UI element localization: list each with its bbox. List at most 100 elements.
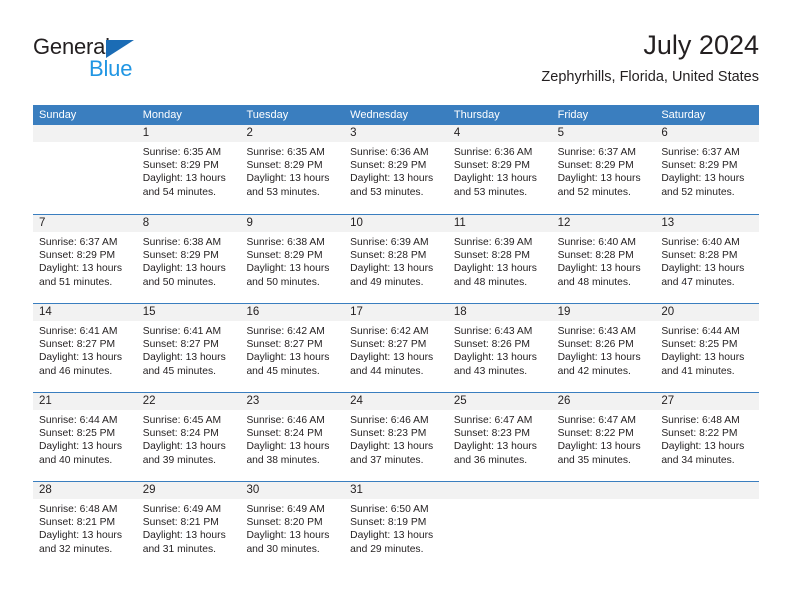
day-info: Sunrise: 6:44 AM Sunset: 8:25 PM Dayligh… — [33, 410, 137, 467]
week-row: 28 Sunrise: 6:48 AM Sunset: 8:21 PM Dayl… — [33, 481, 760, 570]
daylight-text-line2: and 37 minutes. — [350, 454, 424, 466]
daylight-text-line2: and 47 minutes. — [661, 276, 735, 288]
day-number: 23 — [240, 393, 345, 410]
day-info: Sunrise: 6:46 AM Sunset: 8:24 PM Dayligh… — [240, 410, 344, 467]
day-info: Sunrise: 6:36 AM Sunset: 8:29 PM Dayligh… — [344, 142, 448, 199]
sunrise-text: Sunrise: 6:46 AM — [350, 415, 429, 426]
day-number: 5 — [551, 125, 656, 142]
day-number: 20 — [655, 304, 760, 321]
day-cell[interactable]: 28 Sunrise: 6:48 AM Sunset: 8:21 PM Dayl… — [33, 482, 137, 570]
day-info: Sunrise: 6:49 AM Sunset: 8:20 PM Dayligh… — [240, 499, 344, 556]
day-cell[interactable]: 15 Sunrise: 6:41 AM Sunset: 8:27 PM Dayl… — [136, 304, 241, 392]
day-number: 15 — [136, 304, 241, 321]
day-cell[interactable]: 3 Sunrise: 6:36 AM Sunset: 8:29 PM Dayli… — [344, 125, 448, 214]
daylight-text-line1: Daylight: 13 hours — [661, 263, 745, 275]
sunset-text: Sunset: 8:24 PM — [142, 428, 219, 440]
sunset-text: Sunset: 8:25 PM — [39, 428, 116, 440]
day-info: Sunrise: 6:38 AM Sunset: 8:29 PM Dayligh… — [137, 232, 241, 289]
daylight-text-line1: Daylight: 13 hours — [350, 263, 434, 275]
sunset-text: Sunset: 8:28 PM — [557, 250, 634, 262]
day-cell[interactable]: 18 Sunrise: 6:43 AM Sunset: 8:26 PM Dayl… — [447, 304, 552, 392]
day-cell[interactable]: 5 Sunrise: 6:37 AM Sunset: 8:29 PM Dayli… — [551, 125, 656, 214]
day-number: 11 — [447, 215, 552, 232]
page-header: General Blue July 2024 Zephyrhills, Flor… — [33, 28, 759, 100]
daylight-text-line2: and 32 minutes. — [39, 543, 113, 555]
day-cell[interactable]: 2 Sunrise: 6:35 AM Sunset: 8:29 PM Dayli… — [240, 125, 345, 214]
day-info: Sunrise: 6:46 AM Sunset: 8:23 PM Dayligh… — [344, 410, 448, 467]
day-cell[interactable]: 8 Sunrise: 6:38 AM Sunset: 8:29 PM Dayli… — [136, 215, 241, 303]
day-cell[interactable]: 29 Sunrise: 6:49 AM Sunset: 8:21 PM Dayl… — [136, 482, 241, 570]
daylight-text-line2: and 29 minutes. — [350, 543, 424, 555]
day-cell[interactable]: 20 Sunrise: 6:44 AM Sunset: 8:25 PM Dayl… — [655, 304, 760, 392]
day-number: 25 — [447, 393, 552, 410]
weekday-header-sunday: Sunday — [39, 109, 77, 121]
day-number: 10 — [344, 215, 448, 232]
day-cell[interactable]: 21 Sunrise: 6:44 AM Sunset: 8:25 PM Dayl… — [33, 393, 137, 481]
day-number: 30 — [240, 482, 345, 499]
sunrise-text: Sunrise: 6:48 AM — [661, 415, 740, 426]
day-number: 26 — [551, 393, 656, 410]
day-number: 18 — [447, 304, 552, 321]
day-cell[interactable]: 31 Sunrise: 6:50 AM Sunset: 8:19 PM Dayl… — [344, 482, 448, 570]
sunrise-text: Sunrise: 6:48 AM — [39, 504, 118, 515]
sunrise-text: Sunrise: 6:47 AM — [453, 415, 533, 426]
daylight-text-line1: Daylight: 13 hours — [350, 530, 434, 542]
day-cell[interactable]: 10 Sunrise: 6:39 AM Sunset: 8:28 PM Dayl… — [344, 215, 448, 303]
sunset-text: Sunset: 8:20 PM — [246, 517, 323, 529]
day-cell[interactable]: 26 Sunrise: 6:47 AM Sunset: 8:22 PM Dayl… — [551, 393, 656, 481]
day-cell[interactable]: 1 Sunrise: 6:35 AM Sunset: 8:29 PM Dayli… — [136, 125, 241, 214]
day-cell[interactable]: 19 Sunrise: 6:43 AM Sunset: 8:26 PM Dayl… — [551, 304, 656, 392]
day-cell[interactable]: 17 Sunrise: 6:42 AM Sunset: 8:27 PM Dayl… — [344, 304, 448, 392]
day-cell[interactable]: 12 Sunrise: 6:40 AM Sunset: 8:28 PM Dayl… — [551, 215, 656, 303]
day-cell[interactable]: 11 Sunrise: 6:39 AM Sunset: 8:28 PM Dayl… — [447, 215, 552, 303]
day-info: Sunrise: 6:44 AM Sunset: 8:25 PM Dayligh… — [655, 321, 759, 378]
day-number: 3 — [344, 125, 448, 142]
sunset-text: Sunset: 8:29 PM — [246, 160, 323, 172]
day-info: Sunrise: 6:37 AM Sunset: 8:29 PM Dayligh… — [552, 142, 656, 199]
daylight-text-line1: Daylight: 13 hours — [350, 441, 434, 453]
sunset-text: Sunset: 8:27 PM — [246, 339, 323, 351]
day-cell[interactable]: 30 Sunrise: 6:49 AM Sunset: 8:20 PM Dayl… — [240, 482, 345, 570]
day-cell — [655, 482, 760, 570]
sunset-text: Sunset: 8:23 PM — [453, 428, 531, 440]
daylight-text-line1: Daylight: 13 hours — [453, 352, 537, 364]
day-cell[interactable]: 7 Sunrise: 6:37 AM Sunset: 8:29 PM Dayli… — [33, 215, 137, 303]
daylight-text-line1: Daylight: 13 hours — [453, 263, 537, 275]
daylight-text-line2: and 54 minutes. — [142, 186, 216, 198]
day-cell[interactable]: 6 Sunrise: 6:37 AM Sunset: 8:29 PM Dayli… — [655, 125, 760, 214]
daylight-text-line2: and 46 minutes. — [39, 365, 113, 377]
daylight-text-line2: and 30 minutes. — [246, 543, 320, 555]
sunset-text: Sunset: 8:29 PM — [246, 250, 323, 262]
weekday-header-saturday: Saturday — [661, 109, 706, 121]
day-cell[interactable]: 13 Sunrise: 6:40 AM Sunset: 8:28 PM Dayl… — [655, 215, 760, 303]
daylight-text-line1: Daylight: 13 hours — [661, 352, 745, 364]
daylight-text-line1: Daylight: 13 hours — [142, 263, 226, 275]
daylight-text-line2: and 48 minutes. — [453, 276, 528, 288]
sunrise-text: Sunrise: 6:37 AM — [39, 237, 118, 248]
day-cell[interactable]: 4 Sunrise: 6:36 AM Sunset: 8:29 PM Dayli… — [447, 125, 552, 214]
sunrise-text: Sunrise: 6:39 AM — [350, 237, 429, 248]
brand-logo[interactable]: General Blue — [33, 34, 233, 90]
daylight-text-line2: and 45 minutes. — [246, 365, 320, 377]
sunset-text: Sunset: 8:29 PM — [557, 160, 634, 172]
day-info: Sunrise: 6:40 AM Sunset: 8:28 PM Dayligh… — [552, 232, 656, 289]
daylight-text-line2: and 43 minutes. — [453, 365, 528, 377]
daylight-text-line2: and 41 minutes. — [661, 365, 735, 377]
day-cell[interactable]: 14 Sunrise: 6:41 AM Sunset: 8:27 PM Dayl… — [33, 304, 137, 392]
sunset-text: Sunset: 8:26 PM — [453, 339, 531, 351]
day-cell[interactable]: 25 Sunrise: 6:47 AM Sunset: 8:23 PM Dayl… — [447, 393, 552, 481]
brand-name-blue: Blue — [89, 56, 133, 81]
day-cell[interactable]: 24 Sunrise: 6:46 AM Sunset: 8:23 PM Dayl… — [344, 393, 448, 481]
day-info: Sunrise: 6:40 AM Sunset: 8:28 PM Dayligh… — [655, 232, 759, 289]
daylight-text-line1: Daylight: 13 hours — [246, 352, 330, 364]
sunset-text: Sunset: 8:27 PM — [39, 339, 116, 351]
day-number: 4 — [447, 125, 552, 142]
day-number: 9 — [240, 215, 345, 232]
day-cell[interactable]: 22 Sunrise: 6:45 AM Sunset: 8:24 PM Dayl… — [136, 393, 241, 481]
day-cell[interactable]: 9 Sunrise: 6:38 AM Sunset: 8:29 PM Dayli… — [240, 215, 345, 303]
day-cell[interactable]: 27 Sunrise: 6:48 AM Sunset: 8:22 PM Dayl… — [655, 393, 760, 481]
day-cell[interactable]: 16 Sunrise: 6:42 AM Sunset: 8:27 PM Dayl… — [240, 304, 345, 392]
weekday-header-row: Sunday Monday Tuesday Wednesday Thursday… — [33, 105, 759, 125]
day-cell[interactable]: 23 Sunrise: 6:46 AM Sunset: 8:24 PM Dayl… — [240, 393, 345, 481]
week-row: 1 Sunrise: 6:35 AM Sunset: 8:29 PM Dayli… — [33, 125, 760, 214]
